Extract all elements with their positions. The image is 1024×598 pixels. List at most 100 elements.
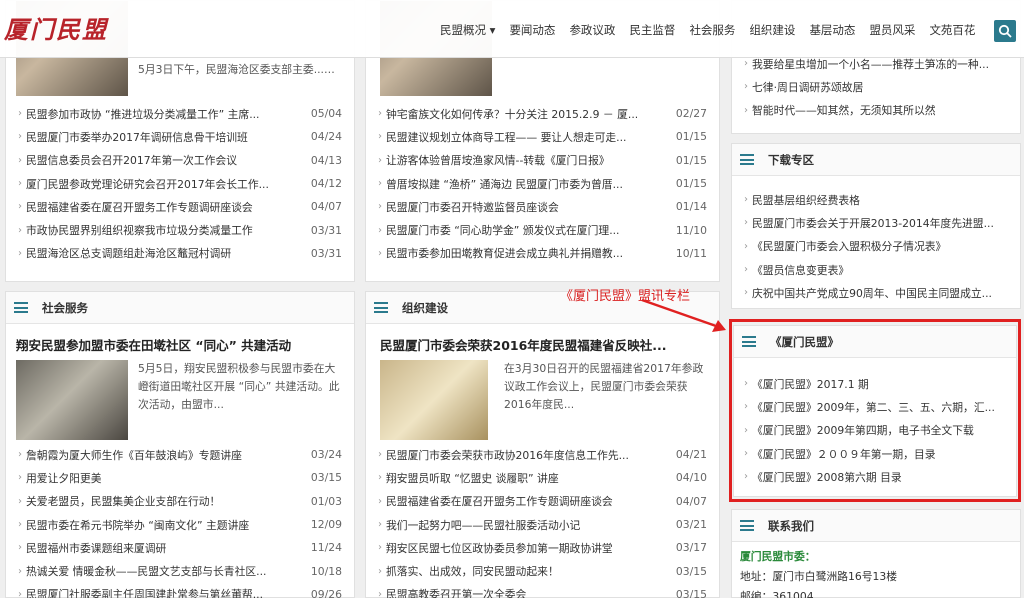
chevron-right-icon: › — [18, 154, 22, 166]
feature-excerpt: 5月3日下午，民盟海沧区委支部主委... 街区划调整的建议》课... — [138, 63, 338, 76]
list-item[interactable]: › 民盟厦门市委会荣获市政协2016年度信息工作先... 04/21 — [366, 443, 719, 466]
list-item[interactable]: › 翔安盟员听取 “忆盟史 谈履职” 讲座 04/10 — [366, 466, 719, 489]
list-item[interactable]: › 厦门民盟参政党理论研究会召开2017年会长工作... 04/12 — [6, 172, 354, 195]
nav-item-org[interactable]: 组织建设 — [749, 22, 795, 38]
feature-headline[interactable]: 翔安民盟参加盟市委在田墘社区 “同心” 共建活动 — [16, 335, 346, 354]
panel-title: 下载专区 — [768, 152, 814, 167]
chevron-right-icon: › — [18, 247, 22, 259]
chevron-right-icon: › — [378, 495, 382, 507]
bulletin-list: › 《厦门民盟》2017.1 期 › 《厦门民盟》2009年，第二、三、五、六期，汇… — [734, 372, 1016, 488]
chevron-right-icon: › — [378, 472, 382, 484]
list-item[interactable]: › 民盟厦门市委会关于开展2013-2014年度先进盟... — [732, 211, 1020, 234]
nav-item-social[interactable]: 社会服务 — [689, 22, 735, 38]
nav-item-members[interactable]: 盟员风采 — [869, 22, 915, 38]
nav-item-supervision[interactable]: 民主监督 — [629, 22, 675, 38]
list-item[interactable]: › 市政协民盟界别组织视察我市垃圾分类减量工作 03/31 — [6, 218, 354, 241]
list-item[interactable]: › 《厦门民盟》2009年第四期，电子书全文下载 — [734, 419, 1016, 442]
list-item[interactable]: › 民盟基层组织经费表格 — [732, 188, 1020, 211]
panel-header: 下载专区 — [732, 144, 1020, 176]
panel-downloads: 下载专区 › 民盟基层组织经费表格 › 民盟厦门市委会关于开展2013-2014年度… — [731, 143, 1021, 309]
nav-item-overview[interactable]: 民盟概况 ▾ — [440, 22, 495, 38]
list-item[interactable]: › 民盟厦门市委 “同心助学金” 颁发仪式在厦门理... 11/10 — [366, 218, 719, 241]
chevron-right-icon: › — [378, 565, 382, 577]
chevron-right-icon: › — [744, 264, 748, 276]
chevron-right-icon: › — [18, 519, 22, 531]
feature-headline[interactable]: 民盟厦门市委会荣获2016年度民盟福建省反映社... — [380, 335, 710, 354]
list-item[interactable]: › 詹朝霞为厦大师生作《百年鼓浪屿》专题讲座 03/24 — [6, 443, 354, 466]
list-item[interactable]: › 民盟海沧区总支调题组赴海沧区鼇冠村调研 03/31 — [6, 242, 354, 265]
feature-image[interactable] — [380, 360, 488, 440]
contact-address: 地址：厦门市白鹭洲路16号13楼 — [740, 570, 898, 583]
list-item[interactable]: › 民盟福州市委课题组来厦调研 11/24 — [6, 536, 354, 559]
contact-org: 厦门民盟市委： — [740, 550, 816, 563]
nav-item-literature[interactable]: 文苑百花 — [929, 22, 975, 38]
chevron-right-icon: › — [744, 424, 748, 436]
list-item[interactable]: › 民盟厦门社服委副主任周国建赴常参与第丝莆帮... 09/26 — [6, 583, 354, 598]
contact-info: 厦门民盟市委： 地址：厦门市白鹭洲路16号13楼 邮编：361004 — [732, 548, 897, 598]
list-item[interactable]: › 用爱让夕阳更美 03/15 — [6, 466, 354, 489]
list-item[interactable]: › 民盟市委参加田墘教育促进会成立典礼并捐赠教... 10/11 — [366, 242, 719, 265]
site-logo[interactable]: 厦门民盟 — [4, 10, 108, 45]
list-item[interactable]: › 翔安区民盟七位区政协委员参加第一期政协讲堂 03/17 — [366, 536, 719, 559]
panel-social-service: 社会服务 翔安民盟参加盟市委在田墘社区 “同心” 共建活动 5月5日，翔安民盟积… — [5, 291, 355, 598]
search-button[interactable] — [994, 20, 1016, 42]
contact-zip: 邮编：361004 — [740, 590, 814, 598]
list-item[interactable]: › 民盟参加市政协 “推进垃圾分类减量工作” 主席... 05/04 — [6, 102, 354, 125]
chevron-right-icon: › — [18, 472, 22, 484]
list-item[interactable]: › 《厦门民盟》2009年，第二、三、五、六期，汇... — [734, 395, 1016, 418]
list-item[interactable]: › 我们一起努力吧——民盟社服委活动小记 03/21 — [366, 513, 719, 536]
list-item[interactable]: › 庆祝中国共产党成立90周年、中国民主同盟成立... — [732, 281, 1020, 304]
feature-image[interactable] — [16, 360, 128, 440]
list-item[interactable]: › 民盟高教委召开第一次全委会 03/15 — [366, 583, 719, 598]
list-item[interactable]: › 钟宅畲族文化如何传承？十分关注 2015.2.9 － 厦... 02/27 — [366, 102, 719, 125]
list-item[interactable]: › 民盟厦门市委召开特邀监督员座谈会 01/14 — [366, 195, 719, 218]
panel-title: 联系我们 — [768, 518, 814, 533]
menu-icon — [14, 302, 28, 313]
list-item[interactable]: › 《厦门民盟》２００９年第一期，目录 — [734, 442, 1016, 465]
nav-item-grassroots[interactable]: 基层动态 — [809, 22, 855, 38]
list-item[interactable]: › 抓落实、出成效，同安民盟动起来！ 03/15 — [366, 559, 719, 582]
annotation-arrow-icon — [641, 298, 726, 332]
chevron-right-icon: › — [18, 108, 22, 120]
menu-icon — [374, 302, 388, 313]
list-item[interactable]: › 《厦门民盟》2008第六期 目录 — [734, 465, 1016, 488]
panel-header: 社会服务 — [6, 292, 354, 324]
nav-item-politics[interactable]: 参政议政 — [569, 22, 615, 38]
panel-title: 社会服务 — [42, 300, 88, 315]
list-item[interactable]: › 民盟市委在希元书院举办 “闽南文化” 主题讲座 12/09 — [6, 513, 354, 536]
chevron-right-icon: › — [378, 542, 382, 554]
list-item[interactable]: › 《厦门民盟》2017.1 期 — [734, 372, 1016, 395]
panel-org-building: 组织建设 民盟厦门市委会荣获2016年度民盟福建省反映社... 在3月30日召开… — [365, 291, 720, 598]
news-list: › 詹朝霞为厦大师生作《百年鼓浪屿》专题讲座 03/24 › 用爱让夕阳更美 03/15… — [6, 443, 354, 598]
list-item[interactable]: › 让游客体验曾厝垵渔家风情--转载《厦门日报》 01/15 — [366, 149, 719, 172]
chevron-right-icon: › — [18, 565, 22, 577]
nav-item-news[interactable]: 要闻动态 — [509, 22, 555, 38]
panel-header: 《厦门民盟》 — [734, 326, 1016, 358]
panel-contact: 联系我们 厦门民盟市委： 地址：厦门市白鹭洲路16号13楼 邮编：361004 — [731, 509, 1021, 598]
list-item[interactable]: › 热诚关爱 情暖金秋——民盟文艺支部与长青社区... 10/18 — [6, 559, 354, 582]
chevron-right-icon: › — [18, 178, 22, 190]
news-list: › 钟宅畲族文化如何传承？十分关注 2015.2.9 － 厦... 02/27 › 民… — [366, 102, 719, 265]
list-item[interactable]: › 民盟建议规划立体商导工程—— 要让人想走可走... 01/15 — [366, 125, 719, 148]
chevron-right-icon: › — [378, 247, 382, 259]
list-item[interactable]: › 《民盟厦门市委会入盟积极分子情况表》 — [732, 235, 1020, 258]
list-item[interactable]: › 《盟员信息变更表》 — [732, 258, 1020, 281]
list-item[interactable]: › 七律·周日调研苏颂故居 — [732, 75, 1020, 98]
download-list: › 民盟基层组织经费表格 › 民盟厦门市委会关于开展2013-2014年度先进盟..… — [732, 188, 1020, 304]
chevron-right-icon: › — [378, 154, 382, 166]
panel-title: 《厦门民盟》 — [770, 334, 839, 349]
list-item[interactable]: › 关爱老盟员，民盟集美企业支部在行动！ 01/03 — [6, 490, 354, 513]
list-item[interactable]: › 民盟信息委员会召开2017年第一次工作会议 04/13 — [6, 149, 354, 172]
list-item[interactable]: › 民盟福建省委在厦召开盟务工作专题调研座谈会 04/07 — [6, 195, 354, 218]
chevron-right-icon: › — [18, 542, 22, 554]
search-icon — [998, 24, 1012, 38]
chevron-right-icon: › — [18, 201, 22, 213]
chevron-right-icon: › — [744, 104, 748, 116]
list-item[interactable]: › 曾厝垵拟建 “渔桥” 通海边 民盟厦门市委为曾厝... 01/15 — [366, 172, 719, 195]
chevron-right-icon: › — [744, 58, 748, 70]
panel-bulletin: 《厦门民盟》 › 《厦门民盟》2017.1 期 › 《厦门民盟》2009年，第二、三… — [733, 325, 1017, 497]
list-item[interactable]: › 民盟福建省委在厦召开盟务工作专题调研座谈会 04/07 — [366, 490, 719, 513]
list-item[interactable]: › 智能时代——知其然，无须知其所以然 — [732, 99, 1020, 122]
chevron-right-icon: › — [378, 131, 382, 143]
list-item[interactable]: › 民盟厦门市委举办2017年调研信息骨干培训班 04/24 — [6, 125, 354, 148]
